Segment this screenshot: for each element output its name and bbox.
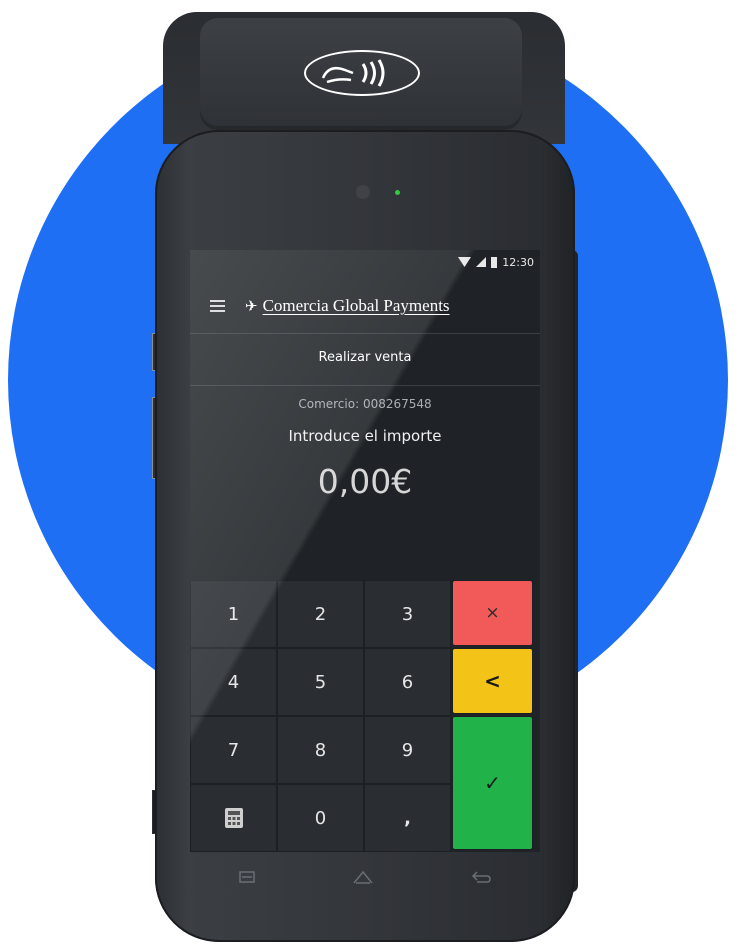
hamburger-menu-icon[interactable] [210, 300, 225, 312]
brand-name: Comercia Global Payments [262, 296, 450, 315]
key-0[interactable]: 0 [277, 784, 364, 852]
calculator-button[interactable] [190, 784, 277, 852]
merchant-id: Comercio: 008267548 [298, 397, 432, 411]
key-1[interactable]: 1 [190, 580, 277, 648]
amount-display: 0,00€ [317, 462, 413, 501]
navigation-bar [190, 852, 540, 902]
key-comma[interactable]: , [364, 784, 451, 852]
back-nav-icon[interactable] [471, 870, 492, 884]
app-header: ✈ Comercia Global Payments [190, 280, 540, 332]
backspace-button[interactable]: < [452, 648, 533, 714]
title-divider [190, 385, 540, 386]
signal-icon [476, 257, 487, 267]
key-5[interactable]: 5 [277, 648, 364, 716]
status-bar: 12:30 [458, 254, 534, 270]
battery-icon [491, 256, 498, 268]
home-nav-icon[interactable] [352, 870, 374, 884]
wifi-icon [458, 257, 472, 267]
key-3[interactable]: 3 [364, 580, 451, 648]
amount-prompt: Introduce el importe [288, 427, 442, 445]
header-divider [190, 333, 540, 334]
page-title: Realizar venta [318, 350, 412, 365]
status-time: 12:30 [502, 255, 534, 269]
key-9[interactable]: 9 [364, 716, 451, 784]
contactless-icon [304, 50, 420, 96]
key-7[interactable]: 7 [190, 716, 277, 784]
key-8[interactable]: 8 [277, 716, 364, 784]
calculator-icon [224, 808, 243, 828]
key-2[interactable]: 2 [277, 580, 364, 648]
status-led [395, 190, 400, 195]
front-camera [356, 185, 370, 199]
numeric-keypad: 1 2 3 × 4 5 6 < 7 8 9 ✓ 0 , [190, 580, 540, 852]
key-4[interactable]: 4 [190, 648, 277, 716]
brand-logo-icon: ✈ [245, 297, 258, 315]
terminal-screen: 12:30 ✈ Comercia Global Payments Realiza… [190, 250, 540, 852]
confirm-button[interactable]: ✓ [452, 716, 533, 850]
cancel-button[interactable]: × [452, 580, 533, 646]
key-6[interactable]: 6 [364, 648, 451, 716]
menu-nav-icon[interactable] [238, 871, 255, 883]
